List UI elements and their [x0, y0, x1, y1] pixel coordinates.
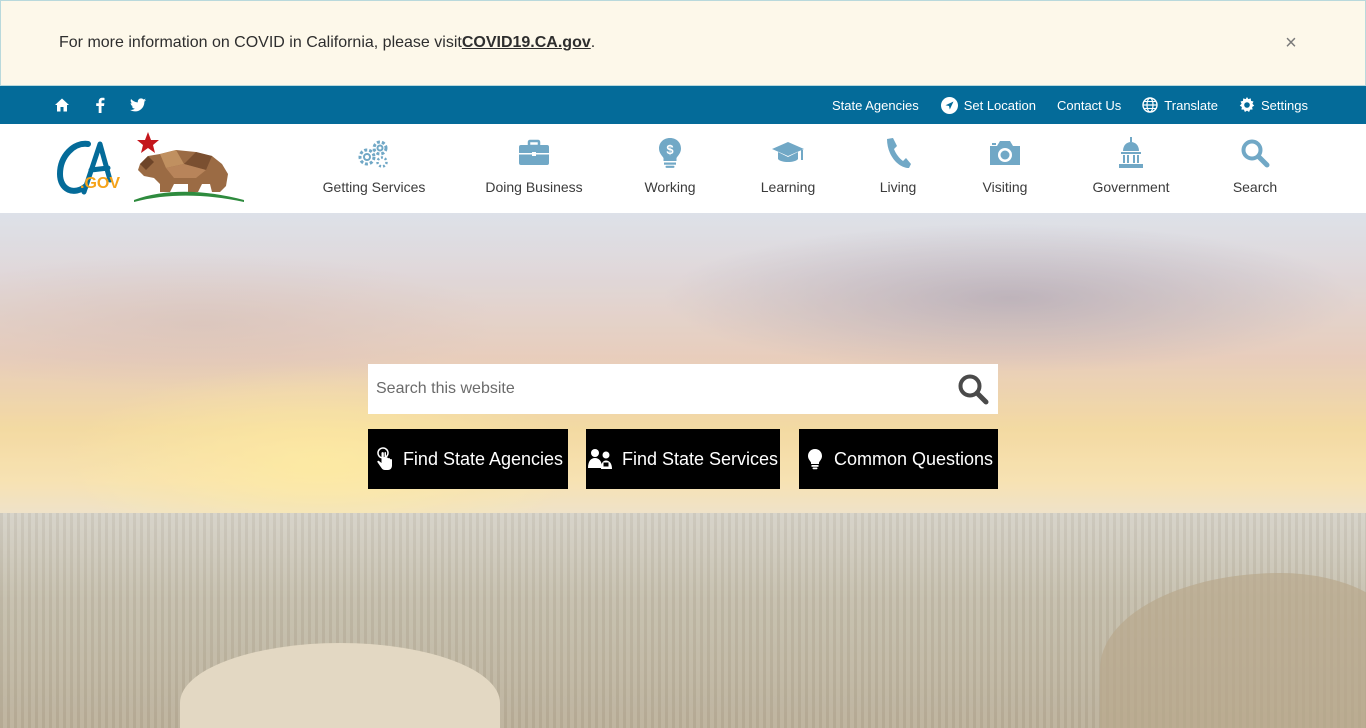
home-icon[interactable] [54, 97, 70, 113]
nav-getting-services[interactable]: Getting Services [316, 124, 432, 213]
nav-label: Working [644, 179, 696, 195]
covid-alert-banner: For more information on COVID in Califor… [0, 0, 1366, 86]
phone-handset-icon [881, 136, 915, 170]
utility-links: State Agencies Set Location Contact Us T… [811, 86, 1308, 124]
find-state-services-button[interactable]: Find State Services [586, 429, 780, 489]
state-agencies-link[interactable]: State Agencies [832, 98, 919, 113]
location-icon [940, 96, 958, 114]
twitter-icon[interactable] [130, 97, 146, 113]
set-location-label: Set Location [963, 97, 1036, 113]
state-agencies-label: State Agencies [831, 97, 919, 113]
settings-label: Settings [1261, 97, 1308, 113]
translate-label: Translate [1164, 97, 1219, 113]
graduation-cap-icon [771, 136, 805, 170]
lightbulb-icon [804, 447, 826, 471]
contact-us-link[interactable]: Contact Us [1057, 98, 1121, 113]
alert-suffix: . [590, 34, 596, 51]
svg-text:$: $ [666, 142, 674, 157]
nav-search[interactable]: Search [1220, 124, 1290, 213]
covid-link[interactable]: COVID19.CA.gov [462, 34, 591, 52]
translate-link[interactable]: Translate [1142, 97, 1218, 113]
search-icon [958, 374, 989, 405]
nav-label: Government [1092, 179, 1170, 195]
gears-icon [357, 136, 391, 170]
common-questions-label: Common Questions [833, 448, 994, 469]
nav-working[interactable]: $ Working [630, 124, 710, 213]
nav-government[interactable]: Government [1086, 124, 1176, 213]
nav-label: Getting Services [322, 179, 426, 195]
nav-label: Visiting [982, 179, 1028, 195]
utility-bar: State Agencies Set Location Contact Us T… [0, 86, 1366, 124]
find-state-agencies-label: Find State Agencies [402, 448, 564, 469]
nav-living[interactable]: Living [866, 124, 930, 213]
contact-us-label: Contact Us [1056, 97, 1122, 113]
set-location-link[interactable]: Set Location [940, 96, 1036, 114]
globe-icon [1142, 97, 1158, 113]
capitol-icon [1114, 136, 1148, 170]
nav-doing-business[interactable]: Doing Business [478, 124, 590, 213]
briefcase-icon [517, 136, 551, 170]
nav-label: Learning [760, 179, 816, 195]
close-icon[interactable]: × [1279, 31, 1303, 55]
svg-text:.GOV: .GOV [80, 175, 120, 192]
people-icon [587, 447, 614, 471]
nav-visiting[interactable]: Visiting [968, 124, 1042, 213]
nav-learning[interactable]: Learning [748, 124, 828, 213]
facebook-icon[interactable] [92, 97, 108, 113]
lightbulb-dollar-icon: $ [653, 136, 687, 170]
site-search-input[interactable] [368, 364, 948, 414]
nav-label: Living [879, 179, 917, 195]
main-header: .GOV Getting Services Doing Business $ W… [0, 124, 1366, 213]
pointer-hand-icon [373, 447, 395, 471]
common-questions-button[interactable]: Common Questions [799, 429, 998, 489]
find-state-services-label: Find State Services [621, 448, 779, 469]
nav-label: Doing Business [485, 179, 583, 195]
alert-text: For more information on COVID in Califor… [59, 34, 462, 51]
find-state-agencies-button[interactable]: Find State Agencies [368, 429, 568, 489]
gear-icon [1239, 97, 1255, 112]
social-links [54, 86, 146, 124]
search-submit-button[interactable] [948, 364, 998, 414]
search-icon [1238, 136, 1272, 170]
site-search-form [368, 364, 998, 414]
ca-gov-logo[interactable]: .GOV [56, 130, 246, 206]
nav-label: Search [1232, 179, 1278, 195]
camera-icon [988, 136, 1022, 170]
settings-link[interactable]: Settings [1239, 97, 1308, 113]
